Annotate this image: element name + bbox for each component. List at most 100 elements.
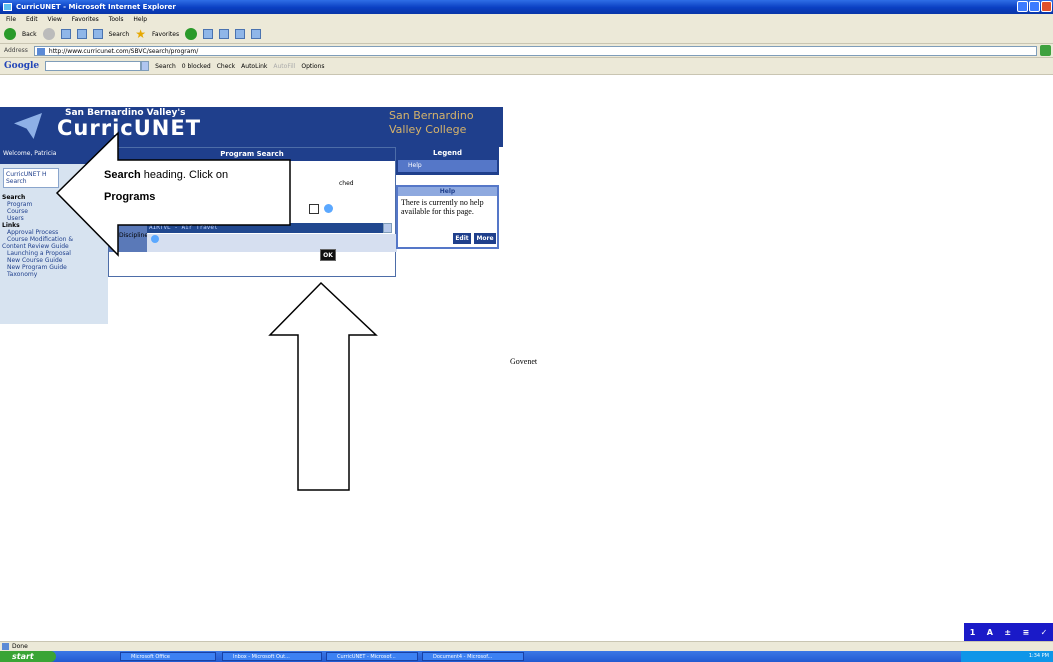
favorites-label[interactable]: Favorites — [152, 31, 179, 38]
sidebar-item-taxonomy[interactable]: Taxonomy — [2, 271, 73, 278]
info-icon[interactable] — [324, 204, 333, 213]
menu-view[interactable]: View — [48, 16, 62, 23]
callout-text: Search heading. Click on Programs — [104, 164, 284, 208]
back-label[interactable]: Back — [22, 31, 37, 38]
google-search-input[interactable] — [45, 61, 142, 71]
back-icon[interactable] — [4, 28, 16, 40]
sidebar-item-content-review[interactable]: Content Review Guide — [2, 243, 73, 250]
task-document4-word[interactable]: Document4 - Microsof... — [422, 652, 524, 661]
ie-icon — [3, 3, 12, 11]
discipline-row-bg — [147, 234, 397, 252]
legend-panel: Legend Help — [396, 147, 499, 175]
menu-edit[interactable]: Edit — [26, 16, 38, 23]
menu-bar: File Edit View Favorites Tools Help — [0, 14, 1053, 25]
sidebar-item-program[interactable]: Program — [2, 201, 73, 208]
task-inbox-outlook[interactable]: Inbox - Microsoft Out... — [222, 652, 322, 661]
address-url: http://www.curricunet.com/SBVC/search/pr… — [48, 47, 199, 55]
menu-help[interactable]: Help — [133, 16, 147, 23]
task-curricunet-ie[interactable]: CurricUNET - Microsof... — [326, 652, 418, 661]
help-panel: Help There is currently no help availabl… — [396, 185, 499, 249]
refresh-icon[interactable] — [76, 29, 87, 39]
help-more-button[interactable]: More — [474, 233, 496, 244]
callout-bold-programs: Programs — [104, 191, 156, 203]
folder-icon[interactable] — [251, 29, 262, 39]
search-label[interactable]: Search — [109, 31, 130, 38]
edit-icon[interactable] — [235, 29, 246, 39]
discipline-select[interactable]: AIRTVL - Air Travel — [147, 223, 392, 233]
autofill-button[interactable]: AutoFill — [273, 63, 295, 70]
sidebar-item-new-course[interactable]: New Course Guide — [2, 257, 73, 264]
task-microsoft-office[interactable]: Microsoft Office — [120, 652, 216, 661]
discipline-info-icon[interactable] — [151, 235, 159, 243]
window-controls — [1017, 1, 1052, 12]
chevron-down-icon[interactable] — [383, 223, 392, 233]
langbar-item-4[interactable]: ≡ — [1022, 628, 1029, 637]
window-title-bar: CurricUNET - Microsoft Internet Explorer — [0, 0, 1053, 14]
help-text: There is currently no help available for… — [401, 198, 484, 216]
go-button[interactable] — [1040, 45, 1051, 56]
page-content: San Bernardino Valley's CurricUNET San B… — [0, 75, 1053, 641]
program-search-heading: Program Search — [109, 148, 395, 161]
options-button[interactable]: Options — [301, 63, 324, 70]
banner-title: CurricUNET — [57, 116, 202, 140]
ok-button[interactable]: OK — [320, 249, 336, 261]
system-tray: 1:34 PM — [961, 651, 1053, 662]
sidebar-item-course[interactable]: Course — [2, 208, 73, 215]
mail-icon[interactable] — [203, 29, 214, 39]
langbar-item-3[interactable]: ± — [1004, 628, 1011, 637]
discipline-label: Discipline — [109, 222, 148, 252]
langbar-item-5[interactable]: ✓ — [1041, 628, 1048, 637]
sidebar-nav-box: CurricUNET H Search — [3, 168, 59, 188]
site-banner: San Bernardino Valley's CurricUNET San B… — [0, 107, 503, 147]
sidebar-item-course-mod[interactable]: Course Modification & — [2, 236, 73, 243]
google-dropdown-icon[interactable] — [141, 61, 150, 71]
sidebar-item-launching[interactable]: Launching a Proposal — [2, 250, 73, 257]
sidebar-item-users[interactable]: Users — [2, 215, 73, 222]
legend-help-item[interactable]: Help — [398, 160, 497, 172]
langbar-item-2[interactable]: A — [987, 628, 993, 637]
search-checkbox[interactable] — [309, 204, 319, 214]
body-text: Govenet — [510, 357, 538, 366]
sidebar-item-approval[interactable]: Approval Process — [2, 229, 73, 236]
address-bar: Address http://www.curricunet.com/SBVC/s… — [0, 44, 1053, 58]
address-input[interactable]: http://www.curricunet.com/SBVC/search/pr… — [33, 45, 1037, 56]
autolink-button[interactable]: AutoLink — [241, 63, 267, 70]
menu-tools[interactable]: Tools — [109, 16, 124, 23]
stop-icon[interactable] — [60, 29, 71, 39]
browser-toolbar: Back Search ★ Favorites — [0, 25, 1053, 44]
sidebar-search-link[interactable]: Search — [6, 178, 56, 185]
minimize-button[interactable] — [1017, 1, 1028, 12]
history-icon[interactable] — [185, 28, 198, 40]
print-icon[interactable] — [219, 29, 230, 39]
maximize-button[interactable] — [1029, 1, 1040, 12]
sidebar: CurricUNET H Search Search Program Cours… — [0, 164, 108, 324]
sidebar-heading-links: Links — [2, 222, 20, 229]
menu-file[interactable]: File — [6, 16, 16, 23]
sidebar-item-new-program[interactable]: New Program Guide — [2, 264, 73, 271]
sidebar-heading-search[interactable]: Search — [2, 194, 73, 201]
google-search-button[interactable]: Search — [155, 63, 176, 70]
taskbar: start Microsoft Office Inbox - Microsoft… — [0, 651, 1053, 662]
legend-heading: Legend — [433, 149, 462, 157]
favorites-icon[interactable]: ★ — [135, 28, 146, 40]
start-button[interactable]: start — [0, 651, 56, 662]
callout-line1: heading. Click on — [140, 169, 229, 181]
langbar-item-1[interactable]: 1 — [970, 628, 976, 637]
clock[interactable]: 1:34 PM — [1029, 653, 1049, 659]
language-bar[interactable]: 1 A ± ≡ ✓ — [964, 623, 1053, 642]
window-title: CurricUNET - Microsoft Internet Explorer — [16, 3, 176, 11]
google-toolbar: Google Search 0 blocked Check AutoLink A… — [0, 58, 1053, 75]
popup-blocked[interactable]: 0 blocked — [182, 63, 211, 70]
welcome-message: Welcome, Patricia — [0, 147, 108, 164]
spell-check-button[interactable]: Check — [217, 63, 235, 70]
home-icon[interactable] — [92, 29, 103, 39]
forward-icon[interactable] — [42, 28, 55, 40]
sidebar-list: Search Program Course Users Links Approv… — [2, 194, 73, 278]
status-bar: Done — [0, 641, 1053, 651]
google-logo[interactable]: Google — [4, 61, 39, 71]
status-page-icon — [2, 643, 9, 650]
menu-favorites[interactable]: Favorites — [72, 16, 99, 23]
help-edit-button[interactable]: Edit — [453, 233, 471, 244]
close-button[interactable] — [1041, 1, 1052, 12]
sidebar-home-link[interactable]: CurricUNET H — [6, 171, 56, 178]
